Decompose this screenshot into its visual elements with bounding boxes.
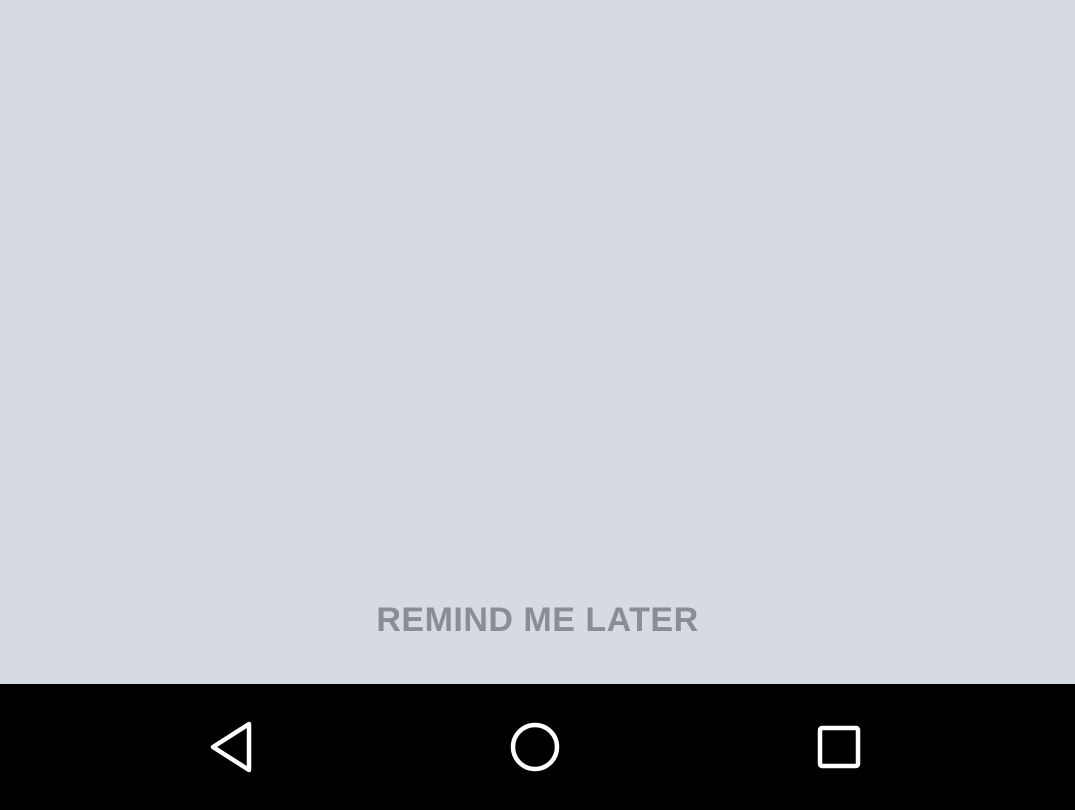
remind-me-later-button[interactable]: REMIND ME LATER — [0, 590, 1075, 650]
remind-me-later-label: REMIND ME LATER — [376, 600, 699, 639]
main-content: REMIND ME LATER — [0, 0, 1075, 684]
back-icon — [210, 721, 252, 773]
recent-apps-icon — [817, 725, 861, 769]
navigation-bar — [0, 684, 1075, 810]
recent-apps-button[interactable] — [794, 702, 884, 792]
back-button[interactable] — [187, 702, 277, 792]
screen: REMIND ME LATER — [0, 0, 1075, 810]
home-button[interactable] — [490, 702, 580, 792]
home-icon — [510, 722, 560, 772]
